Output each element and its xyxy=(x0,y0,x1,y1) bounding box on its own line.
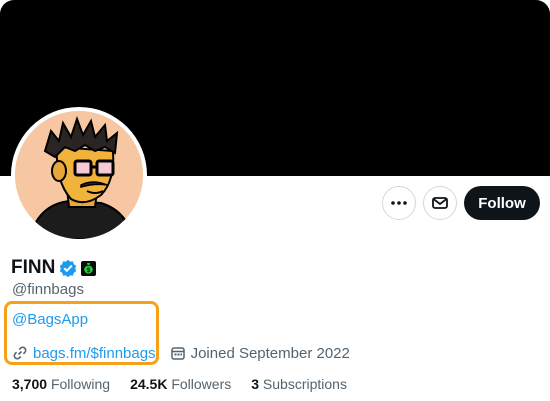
message-button[interactable] xyxy=(423,186,457,220)
avatar[interactable] xyxy=(15,111,143,239)
link-icon xyxy=(13,346,27,360)
following-stat[interactable]: 3,700 Following xyxy=(12,376,110,392)
name-row: FINN $ xyxy=(11,255,97,281)
bio-mention-link[interactable]: @BagsApp xyxy=(12,311,88,328)
followers-label: Followers xyxy=(171,376,232,392)
following-label: Following xyxy=(50,376,111,392)
follow-button[interactable]: Follow xyxy=(464,186,540,220)
mail-icon xyxy=(432,197,448,209)
subscriptions-stat[interactable]: 3 Subscriptions xyxy=(251,376,347,392)
stats-row: 3,700 Following 24.5K Followers 3 Subscr… xyxy=(12,374,347,394)
joined-item: Joined September 2022 xyxy=(170,345,350,362)
subscriptions-label: Subscriptions xyxy=(262,376,347,392)
joined-date: Joined September 2022 xyxy=(190,344,350,362)
money-bag-glyph-icon: $ xyxy=(84,263,94,274)
following-count: 3,700 xyxy=(12,376,48,392)
verified-badge-icon[interactable] xyxy=(59,259,77,277)
calendar-icon xyxy=(170,347,185,360)
display-name: FINN xyxy=(11,257,56,278)
avatar-illustration xyxy=(15,111,143,239)
website-item: bags.fm/$finnbags xyxy=(12,345,156,362)
more-icon xyxy=(391,201,407,205)
money-bag-badge-icon[interactable]: $ xyxy=(81,260,97,276)
followers-count: 24.5K xyxy=(130,376,168,392)
profile-card: Follow FINN $ @finnbags @BagsApp bags.fm… xyxy=(0,0,550,401)
website-link[interactable]: bags.fm/$finnbags xyxy=(33,345,156,362)
followers-stat[interactable]: 24.5K Followers xyxy=(130,376,231,392)
more-button[interactable] xyxy=(382,186,416,220)
profile-meta-row: bags.fm/$finnbags Joined September 2022 xyxy=(12,343,350,363)
profile-handle: @finnbags xyxy=(12,281,84,298)
subscriptions-count: 3 xyxy=(251,376,260,392)
avatar-border xyxy=(11,107,147,243)
